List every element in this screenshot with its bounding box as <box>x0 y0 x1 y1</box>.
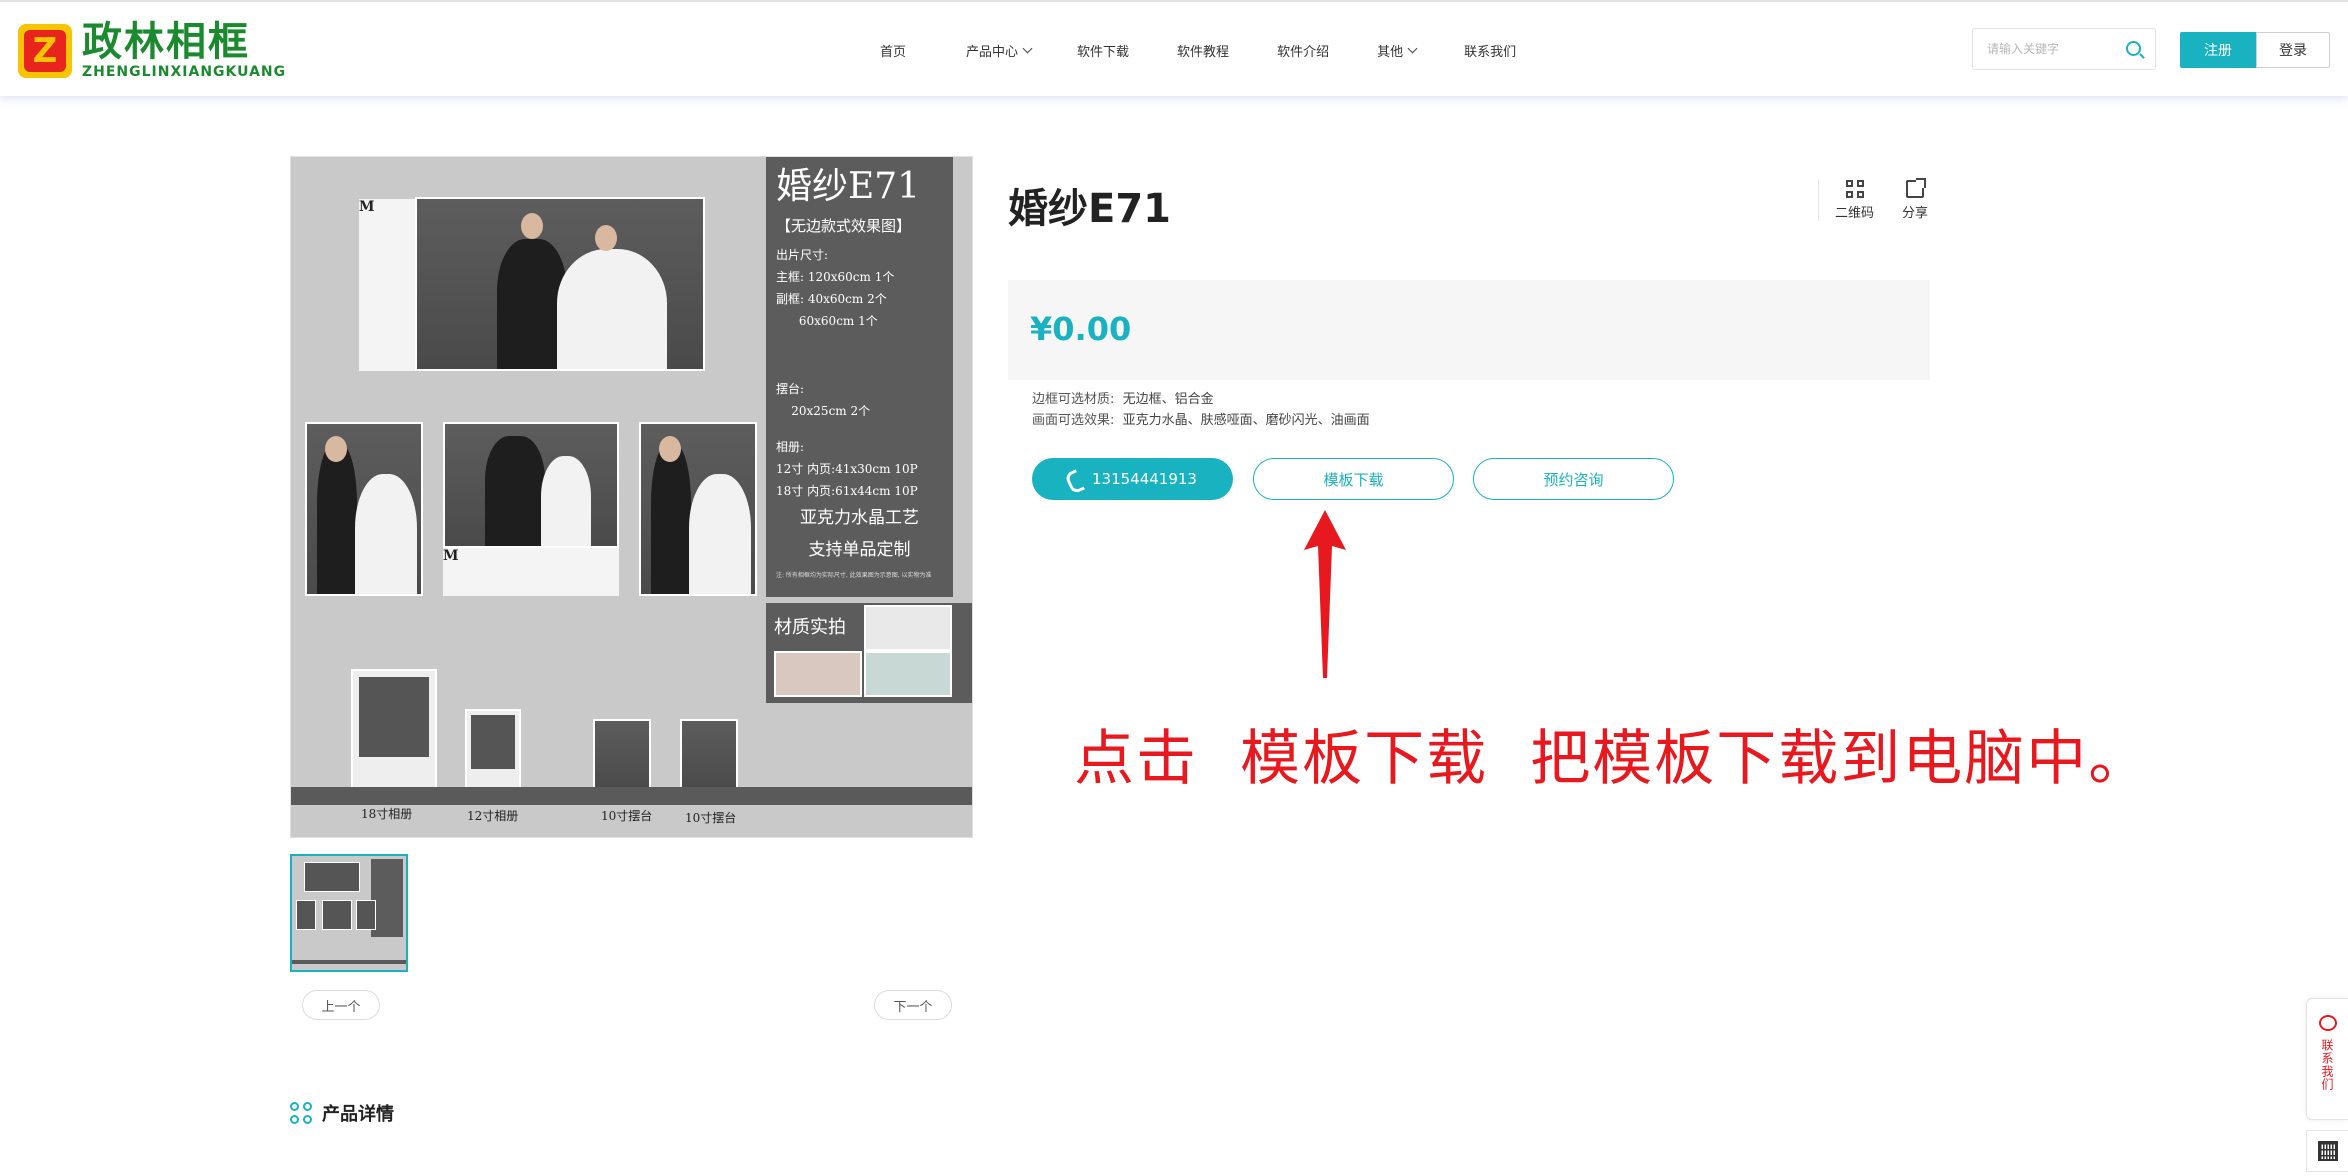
phone-call-button[interactable]: 13154441913 <box>1032 458 1233 500</box>
phone-icon <box>1068 471 1082 487</box>
logo-chinese-name: 政林相框 <box>82 19 250 65</box>
qr-code-icon <box>2317 1141 2338 1161</box>
template-download-button[interactable]: 模板下载 <box>1253 458 1454 500</box>
desk-frame-a <box>593 719 651 791</box>
material-photo-panel: 材质实拍 <box>766 603 972 703</box>
material-title: 材质实拍 <box>774 617 846 638</box>
frame-side-photo-left <box>305 422 423 596</box>
frame-material-attr: 边框可选材质: 无边框、铝合金 <box>1032 392 1214 407</box>
annotation-text: 点击 模板下载 把模板下载到电脑中。 <box>1074 724 2151 794</box>
chat-icon <box>2318 1015 2337 1031</box>
floating-contact-button[interactable]: 联系我们 <box>2306 998 2348 1120</box>
product-price: ¥0.00 <box>1030 310 1132 348</box>
search-icon[interactable] <box>2126 41 2141 56</box>
surface-effect-attr: 画面可选效果: 亚克力水晶、肤感哑面、磨砂闪光、油画面 <box>1032 413 1370 428</box>
spec-subtitle: 【无边款式效果图】 <box>776 217 912 235</box>
album-18-inch <box>351 669 437 793</box>
product-thumbnail[interactable] <box>290 854 408 972</box>
prev-image-button[interactable]: 上一个 <box>302 990 380 1020</box>
frame-center-photo <box>443 422 619 548</box>
price-box: ¥0.00 <box>1008 280 1930 380</box>
login-button[interactable]: 登录 <box>2256 32 2330 68</box>
nav-item-software-tutorial[interactable]: 软件教程 <box>1177 41 1229 60</box>
frame-side-photo-right <box>639 422 757 596</box>
qr-code-icon <box>1845 180 1864 198</box>
spec-title: 婚纱E71 <box>776 166 921 207</box>
logo-mark-icon: Z <box>18 24 72 78</box>
site-logo[interactable]: Z 政林相框 ZHENGLINXIANGKUANG <box>18 22 286 80</box>
chevron-down-icon <box>1407 43 1418 53</box>
site-header: Z 政林相框 ZHENGLINXIANGKUANG 首页 产品中心 软件下载 软… <box>0 0 2348 96</box>
spec-note: 注: 所有相框均为实际尺寸, 此效果图为示意图, 以实物为准 <box>776 572 932 579</box>
frame-floral-strip <box>359 199 417 371</box>
logo-english-name: ZHENGLINXIANGKUANG <box>82 64 287 80</box>
main-nav: 首页 产品中心 软件下载 软件教程 软件介绍 其他 联系我们 <box>880 2 1516 98</box>
next-image-button[interactable]: 下一个 <box>874 990 952 1020</box>
grid-icon <box>290 1102 312 1124</box>
nav-item-software-intro[interactable]: 软件介绍 <box>1277 41 1329 60</box>
book-consultation-button[interactable]: 预约咨询 <box>1473 458 1674 500</box>
spec-panel: 婚纱E71 【无边款式效果图】 出片尺寸: 主框: 120x60cm 1个 副框… <box>766 157 953 597</box>
product-tools: 二维码 分享 <box>1818 178 1928 221</box>
nav-item-software-download[interactable]: 软件下载 <box>1077 41 1129 60</box>
product-title: 婚纱E71 <box>1008 186 1171 232</box>
nav-item-products[interactable]: 产品中心 <box>966 41 1033 60</box>
annotation-arrow <box>1304 510 1346 678</box>
floating-qr-button[interactable] <box>2306 1130 2348 1172</box>
share-icon <box>1906 178 1927 198</box>
search-input[interactable] <box>1987 42 2127 56</box>
register-button[interactable]: 注册 <box>2180 32 2256 68</box>
nav-item-other[interactable]: 其他 <box>1377 41 1418 60</box>
album-12-inch <box>465 709 521 793</box>
share-button[interactable]: 分享 <box>1902 178 1928 221</box>
display-shelf <box>291 787 972 805</box>
chevron-down-icon <box>1022 43 1033 53</box>
frame-main-photo <box>415 197 705 371</box>
nav-item-contact[interactable]: 联系我们 <box>1464 41 1516 60</box>
nav-item-home[interactable]: 首页 <box>880 41 906 60</box>
product-main-image[interactable]: 婚纱E71 【无边款式效果图】 出片尺寸: 主框: 120x60cm 1个 副框… <box>290 156 973 838</box>
logo-text: 政林相框 ZHENGLINXIANGKUANG <box>82 22 286 80</box>
product-detail-heading: 产品详情 <box>290 1100 394 1126</box>
spec-custom: 支持单品定制 <box>808 540 911 560</box>
frame-center-floral <box>443 548 619 596</box>
spec-craft: 亚克力水晶工艺 <box>800 508 919 528</box>
qr-code-button[interactable]: 二维码 <box>1835 180 1874 221</box>
search-box <box>1972 28 2156 70</box>
desk-frame-b <box>680 719 738 791</box>
